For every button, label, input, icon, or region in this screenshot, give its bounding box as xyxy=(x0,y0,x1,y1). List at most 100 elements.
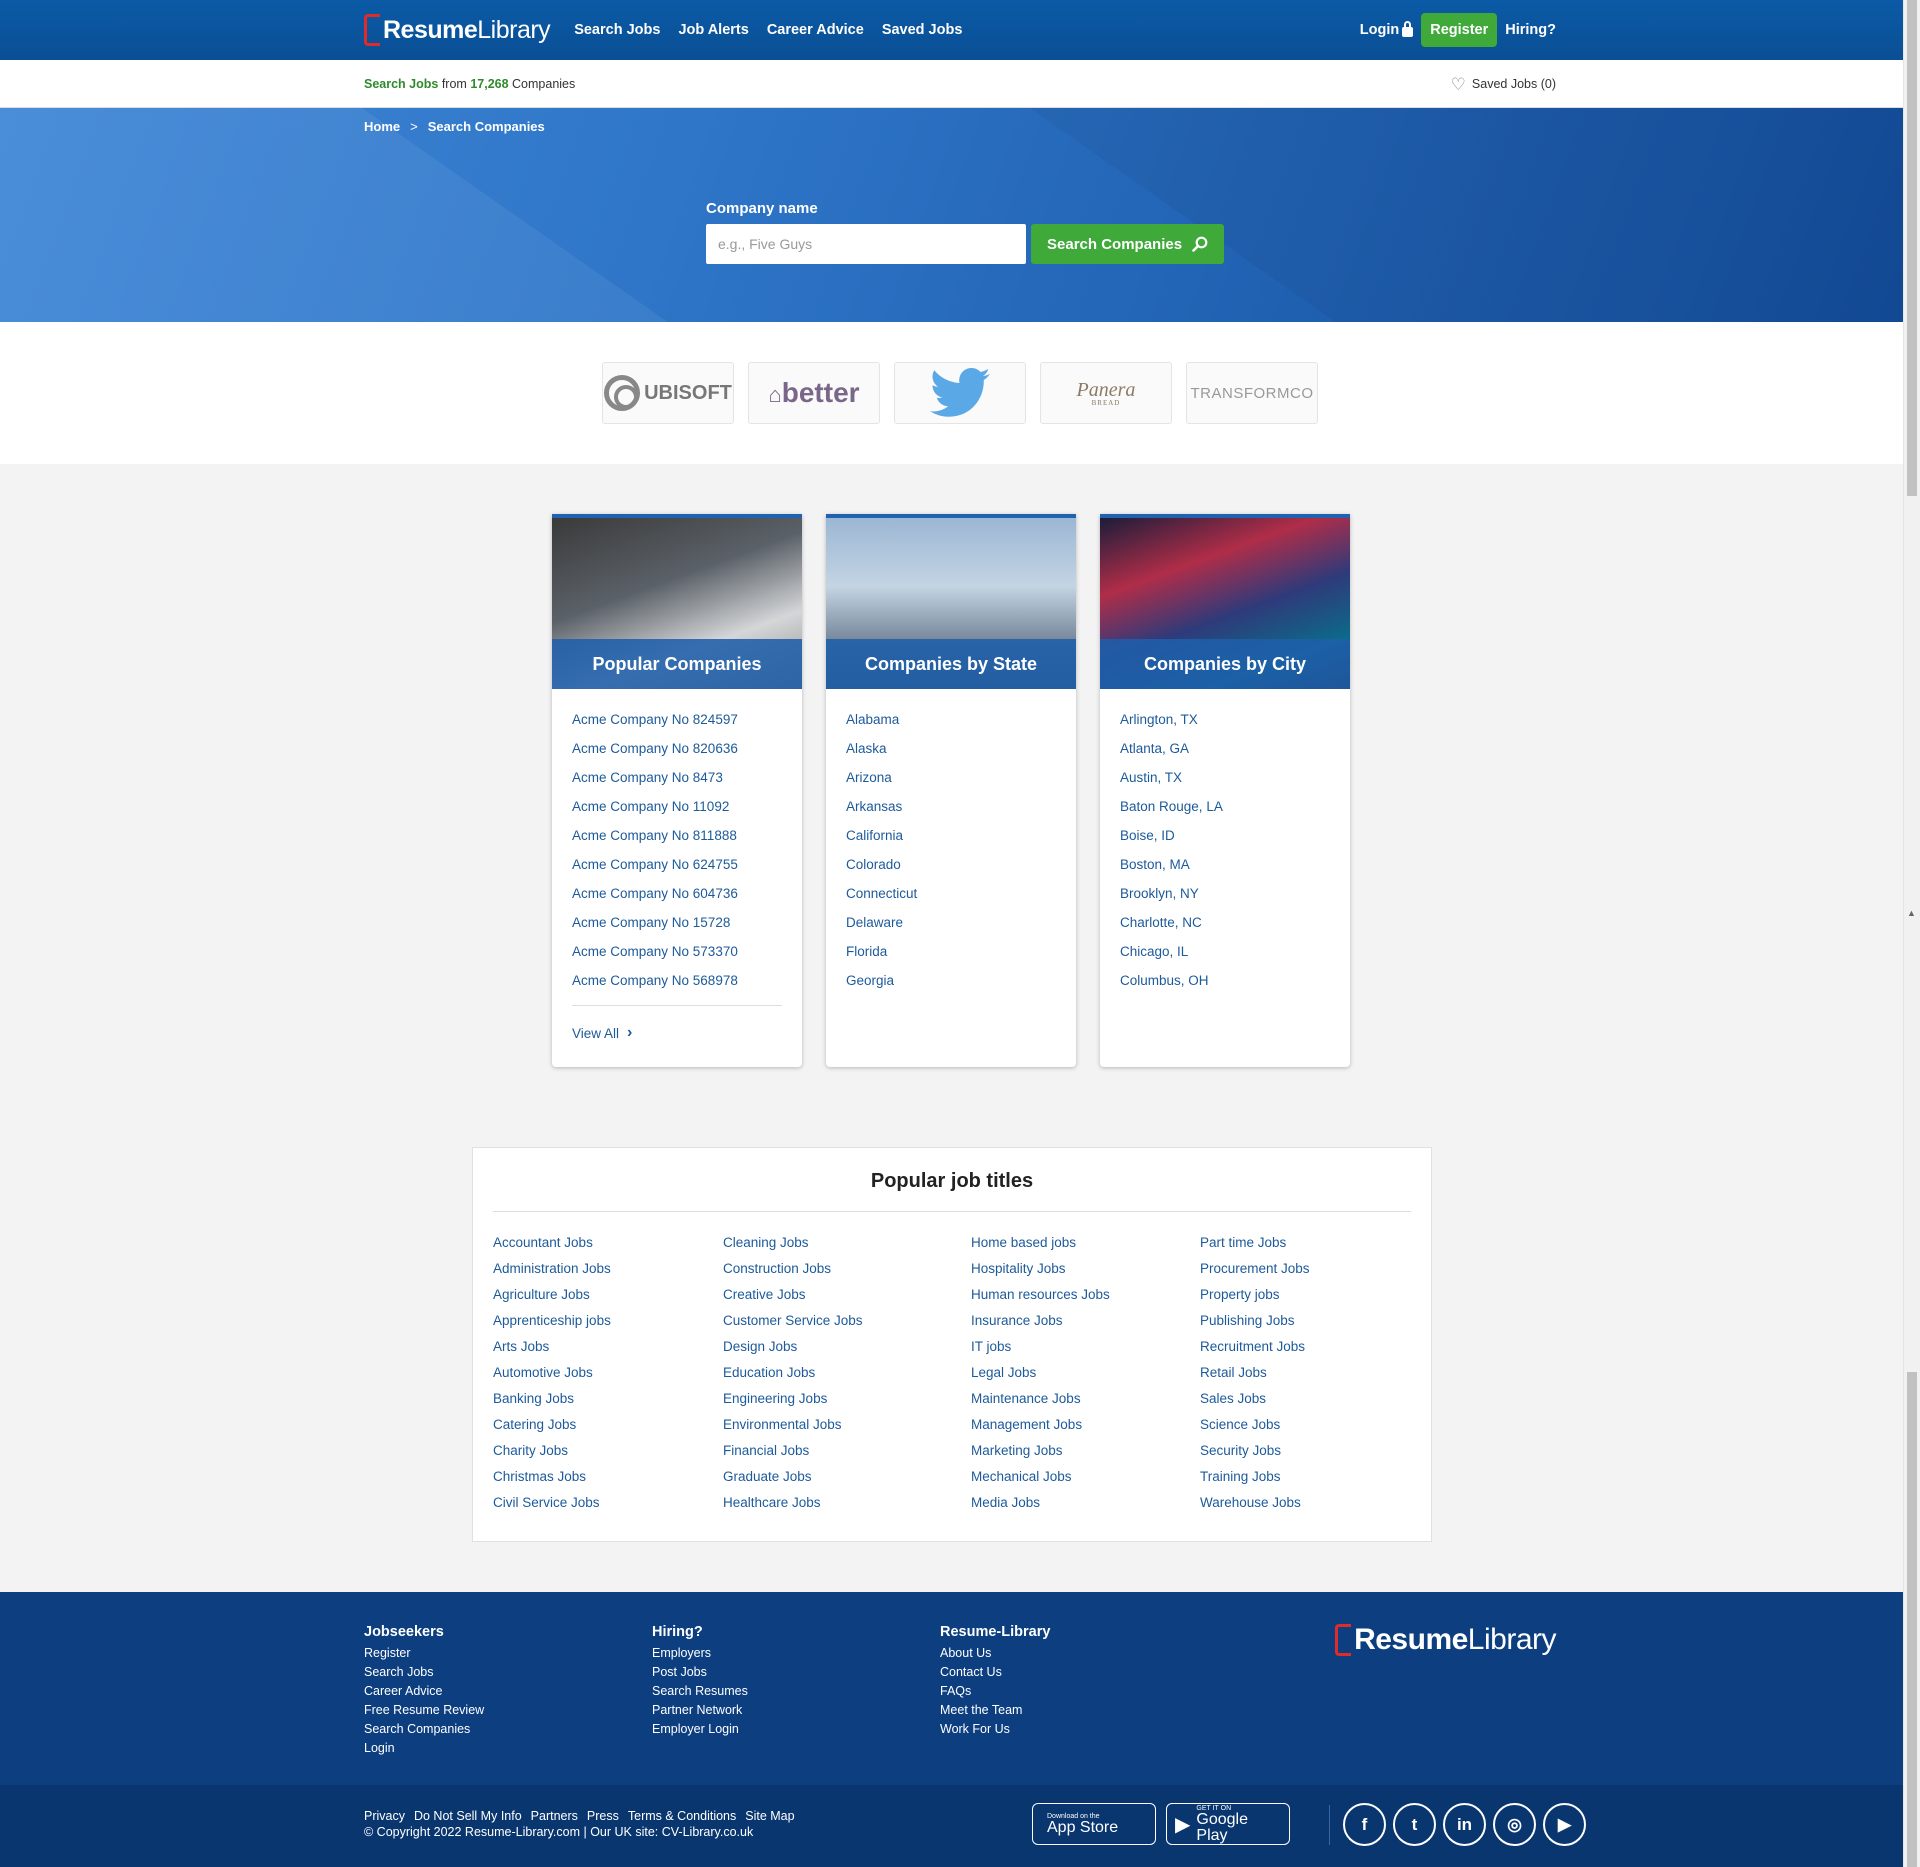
list-item[interactable]: Acme Company No 811888 xyxy=(572,821,782,850)
partners-link[interactable]: Partners xyxy=(531,1809,578,1823)
list-item[interactable]: Florida xyxy=(846,937,1056,966)
breadcrumb-home[interactable]: Home xyxy=(364,119,400,134)
job-title-link[interactable]: Mechanical Jobs xyxy=(971,1464,1200,1490)
list-item[interactable]: Acme Company No 624755 xyxy=(572,850,782,879)
twitter-logo[interactable] xyxy=(894,362,1026,424)
list-item[interactable]: Boston, MA xyxy=(1120,850,1330,879)
job-title-link[interactable]: Education Jobs xyxy=(723,1360,971,1386)
resume-library-logo[interactable]: Resume Library xyxy=(364,12,551,48)
list-item[interactable]: Delaware xyxy=(846,908,1056,937)
press-link[interactable]: Press xyxy=(587,1809,619,1823)
list-item[interactable]: Acme Company No 824597 xyxy=(572,705,782,734)
footer-link[interactable]: Search Companies xyxy=(364,1720,484,1739)
job-title-link[interactable]: Accountant Jobs xyxy=(493,1230,723,1256)
job-title-link[interactable]: Human resources Jobs xyxy=(971,1282,1200,1308)
footer-link[interactable]: Contact Us xyxy=(940,1663,1050,1682)
footer-link[interactable]: Career Advice xyxy=(364,1682,484,1701)
list-item[interactable]: Acme Company No 604736 xyxy=(572,879,782,908)
job-title-link[interactable]: Design Jobs xyxy=(723,1334,971,1360)
footer-link[interactable]: Partner Network xyxy=(652,1701,748,1720)
nav-career-advice[interactable]: Career Advice xyxy=(767,22,864,38)
instagram-icon[interactable]: ◎ xyxy=(1493,1803,1536,1846)
list-item[interactable]: Alabama xyxy=(846,705,1056,734)
job-title-link[interactable]: Hospitality Jobs xyxy=(971,1256,1200,1282)
terms-link[interactable]: Terms & Conditions xyxy=(628,1809,736,1823)
do-not-sell-link[interactable]: Do Not Sell My Info xyxy=(414,1809,522,1823)
twitter-icon[interactable]: t xyxy=(1393,1803,1436,1846)
job-title-link[interactable]: Christmas Jobs xyxy=(493,1464,723,1490)
list-item[interactable]: Brooklyn, NY xyxy=(1120,879,1330,908)
job-title-link[interactable]: Construction Jobs xyxy=(723,1256,971,1282)
site-map-link[interactable]: Site Map xyxy=(745,1809,794,1823)
search-companies-button[interactable]: Search Companies xyxy=(1031,224,1225,264)
job-title-link[interactable]: Customer Service Jobs xyxy=(723,1308,971,1334)
list-item[interactable]: Charlotte, NC xyxy=(1120,908,1330,937)
scrollbar-thumb[interactable] xyxy=(1907,0,1917,496)
list-item[interactable]: Acme Company No 8473 xyxy=(572,763,782,792)
list-item[interactable]: Boise, ID xyxy=(1120,821,1330,850)
app-store-button[interactable]: Download on the App Store xyxy=(1032,1803,1156,1845)
job-title-link[interactable]: Recruitment Jobs xyxy=(1200,1334,1310,1360)
job-title-link[interactable]: Media Jobs xyxy=(971,1490,1200,1516)
list-item[interactable]: Acme Company No 568978 xyxy=(572,966,782,995)
list-item[interactable]: Baton Rouge, LA xyxy=(1120,792,1330,821)
job-title-link[interactable]: Home based jobs xyxy=(971,1230,1200,1256)
footer-link[interactable]: Post Jobs xyxy=(652,1663,748,1682)
list-item[interactable]: Colorado xyxy=(846,850,1056,879)
job-title-link[interactable]: Science Jobs xyxy=(1200,1412,1310,1438)
job-title-link[interactable]: Agriculture Jobs xyxy=(493,1282,723,1308)
job-title-link[interactable]: Warehouse Jobs xyxy=(1200,1490,1310,1516)
job-title-link[interactable]: Training Jobs xyxy=(1200,1464,1310,1490)
privacy-link[interactable]: Privacy xyxy=(364,1809,405,1823)
scrollbar-thumb-lower[interactable] xyxy=(1907,1372,1917,1867)
login-link[interactable]: Login xyxy=(1360,21,1414,38)
footer-logo[interactable]: Resume Library xyxy=(1335,1622,1557,1658)
footer-link[interactable]: Free Resume Review xyxy=(364,1701,484,1720)
job-title-link[interactable]: Cleaning Jobs xyxy=(723,1230,971,1256)
saved-jobs-link[interactable]: ♡ Saved Jobs (0) xyxy=(1451,76,1556,93)
job-title-link[interactable]: Environmental Jobs xyxy=(723,1412,971,1438)
list-item[interactable]: Alaska xyxy=(846,734,1056,763)
job-title-link[interactable]: Civil Service Jobs xyxy=(493,1490,723,1516)
job-title-link[interactable]: Administration Jobs xyxy=(493,1256,723,1282)
company-name-input[interactable] xyxy=(706,224,1026,264)
job-title-link[interactable]: IT jobs xyxy=(971,1334,1200,1360)
list-item[interactable]: Connecticut xyxy=(846,879,1056,908)
ubisoft-logo[interactable]: UBISOFT xyxy=(602,362,734,424)
scroll-up-arrow-icon[interactable]: ▲ xyxy=(1907,908,1916,918)
list-item[interactable]: Arizona xyxy=(846,763,1056,792)
youtube-icon[interactable]: ▶ xyxy=(1543,1803,1586,1846)
job-title-link[interactable]: Engineering Jobs xyxy=(723,1386,971,1412)
footer-link[interactable]: Employer Login xyxy=(652,1720,748,1739)
nav-saved-jobs[interactable]: Saved Jobs xyxy=(882,22,963,38)
footer-link[interactable]: Login xyxy=(364,1739,484,1758)
job-title-link[interactable]: Part time Jobs xyxy=(1200,1230,1310,1256)
job-title-link[interactable]: Graduate Jobs xyxy=(723,1464,971,1490)
job-title-link[interactable]: Banking Jobs xyxy=(493,1386,723,1412)
job-title-link[interactable]: Sales Jobs xyxy=(1200,1386,1310,1412)
job-title-link[interactable]: Creative Jobs xyxy=(723,1282,971,1308)
hiring-link[interactable]: Hiring? xyxy=(1505,22,1556,38)
list-item[interactable]: Acme Company No 820636 xyxy=(572,734,782,763)
register-button[interactable]: Register xyxy=(1421,13,1498,47)
list-item[interactable]: Austin, TX xyxy=(1120,763,1330,792)
footer-link[interactable]: Search Resumes xyxy=(652,1682,748,1701)
job-title-link[interactable]: Financial Jobs xyxy=(723,1438,971,1464)
view-all-link[interactable]: View All › xyxy=(572,1024,782,1042)
list-item[interactable]: Arlington, TX xyxy=(1120,705,1330,734)
footer-link[interactable]: FAQs xyxy=(940,1682,1050,1701)
list-item[interactable]: Acme Company No 15728 xyxy=(572,908,782,937)
job-title-link[interactable]: Maintenance Jobs xyxy=(971,1386,1200,1412)
footer-link[interactable]: Meet the Team xyxy=(940,1701,1050,1720)
job-title-link[interactable]: Retail Jobs xyxy=(1200,1360,1310,1386)
job-title-link[interactable]: Property jobs xyxy=(1200,1282,1310,1308)
linkedin-icon[interactable]: in xyxy=(1443,1803,1486,1846)
job-title-link[interactable]: Publishing Jobs xyxy=(1200,1308,1310,1334)
list-item[interactable]: Acme Company No 573370 xyxy=(572,937,782,966)
nav-search-jobs[interactable]: Search Jobs xyxy=(574,22,660,38)
footer-link[interactable]: About Us xyxy=(940,1644,1050,1663)
job-title-link[interactable]: Automotive Jobs xyxy=(493,1360,723,1386)
better-logo[interactable]: ⌂better xyxy=(748,362,880,424)
job-title-link[interactable]: Healthcare Jobs xyxy=(723,1490,971,1516)
job-title-link[interactable]: Catering Jobs xyxy=(493,1412,723,1438)
